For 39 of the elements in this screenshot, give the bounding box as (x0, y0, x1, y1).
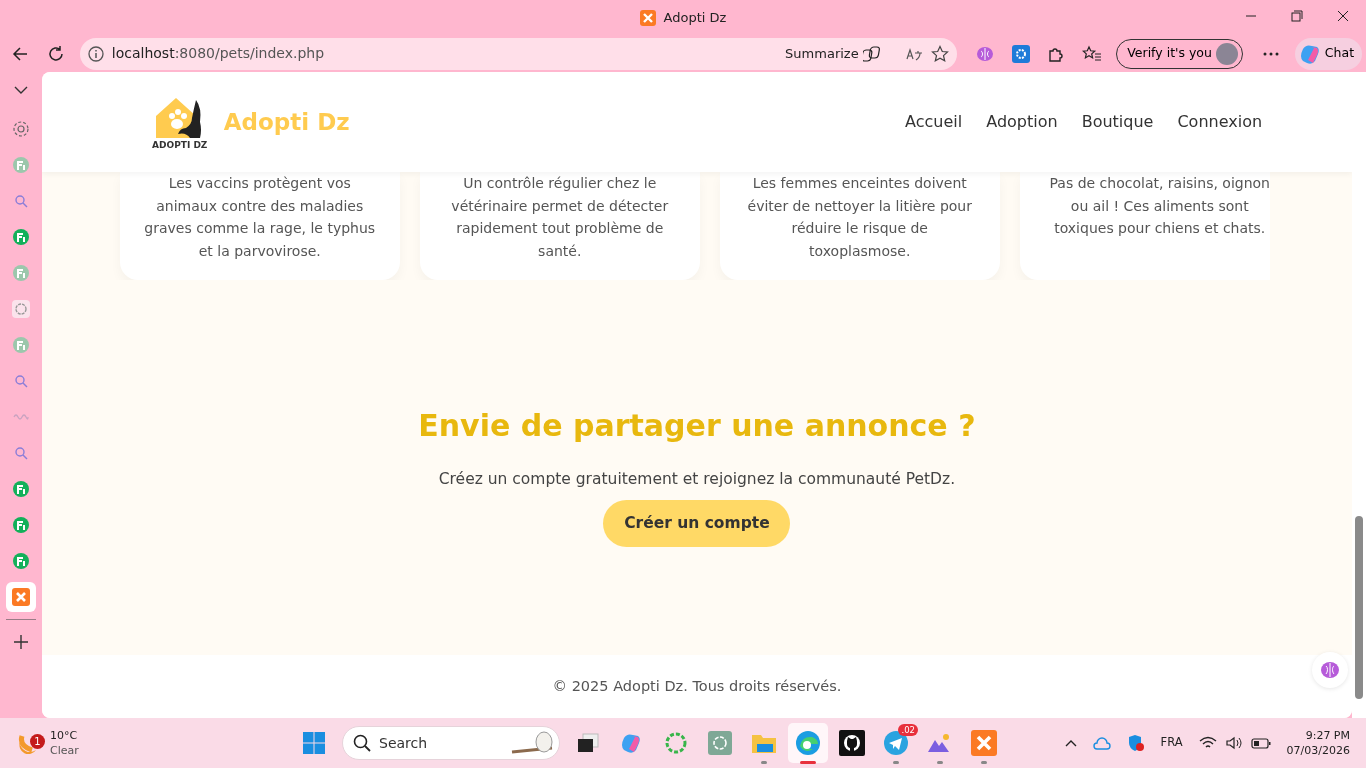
xampp-icon (639, 9, 656, 26)
language-indicator[interactable]: FRA (1160, 734, 1183, 752)
tip-text: Les femmes enceintes doivent éviter de nettoyer la litière pour réduire le risque de toxoplasmose. (746, 174, 973, 261)
shield-icon[interactable] (1126, 734, 1145, 752)
clock-date[interactable]: 07/03/2026 (1286, 743, 1350, 758)
tip-text: Les vaccins protègent vos animaux contre des maladies graves comme la rage, le typhus et la parvovirose. (143, 174, 376, 261)
nav-link[interactable]: Accueil (905, 110, 963, 134)
wifi-icon[interactable] (1198, 736, 1217, 750)
copyright-text: © 2025 Adopti Dz. Tous droits réservés. (552, 676, 842, 696)
star-icon[interactable] (930, 44, 949, 63)
nav-link[interactable]: Adoption (986, 110, 1058, 134)
battery-icon[interactable] (1250, 737, 1271, 749)
summarize-button[interactable]: Summarize (785, 43, 859, 64)
temperature-text: 10°C (50, 728, 79, 743)
nav-link[interactable]: Connexion (1177, 110, 1263, 134)
notification-badge: 1 (30, 734, 45, 749)
chat-button[interactable]: Chat (1294, 37, 1363, 70)
avatar-icon (1215, 42, 1238, 65)
create-account-button[interactable]: Créer un compte (603, 499, 791, 547)
search-field[interactable]: Search (342, 726, 560, 760)
info-icon (87, 45, 104, 62)
scrollbar[interactable] (1352, 72, 1366, 718)
copilot-icon (1298, 42, 1321, 65)
nav-link[interactable]: Boutique (1081, 110, 1154, 134)
window-title: Adopti Dz (663, 8, 727, 27)
tip-text: Un contrôle régulier chez le vétérinaire permet de détecter rapidement tout problème de santé. (450, 174, 670, 261)
summarize-icon[interactable] (862, 45, 881, 62)
volume-icon[interactable] (1224, 736, 1243, 750)
section-text: Créez un compte gratuitement et rejoignez la communauté PetDz. (438, 469, 956, 491)
clock-time[interactable]: 9:27 PM (1305, 728, 1350, 743)
xampp-icon[interactable] (5, 582, 36, 612)
address-bar[interactable]: localhost:8080/pets/index.php Summarize (79, 37, 957, 70)
unread-badge: .02 (898, 724, 918, 736)
section-heading: Envie de partager une annonce ? (418, 408, 976, 445)
cloud-icon[interactable] (1092, 736, 1111, 750)
search-icon (353, 734, 371, 752)
weather-condition: Clear (50, 743, 79, 758)
chevron-up-icon[interactable] (1064, 739, 1077, 747)
tip-text: Pas de chocolat, raisins, oignon ou ail ! Ces aliments sont toxiques pour chiens et chats. (1048, 174, 1270, 238)
